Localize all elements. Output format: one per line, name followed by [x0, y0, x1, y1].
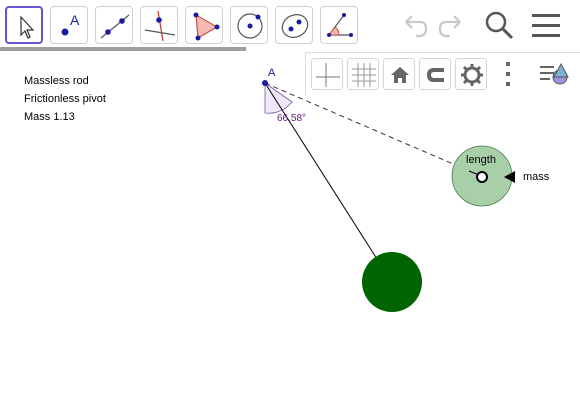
- geometry-canvas[interactable]: [0, 0, 580, 411]
- reference-dashed-line: [264, 82, 482, 177]
- angle-label: 66.58°: [277, 113, 307, 124]
- pendulum-rod: [264, 82, 378, 260]
- length-slider-handle[interactable]: [476, 171, 488, 183]
- length-slider-label: length: [466, 154, 496, 166]
- pivot-label-a: A: [268, 67, 276, 79]
- pendulum-bob[interactable]: [362, 252, 422, 312]
- pivot-point-a[interactable]: [262, 80, 268, 86]
- mass-slider-label: mass: [523, 171, 550, 183]
- angle-sector: [264, 82, 293, 114]
